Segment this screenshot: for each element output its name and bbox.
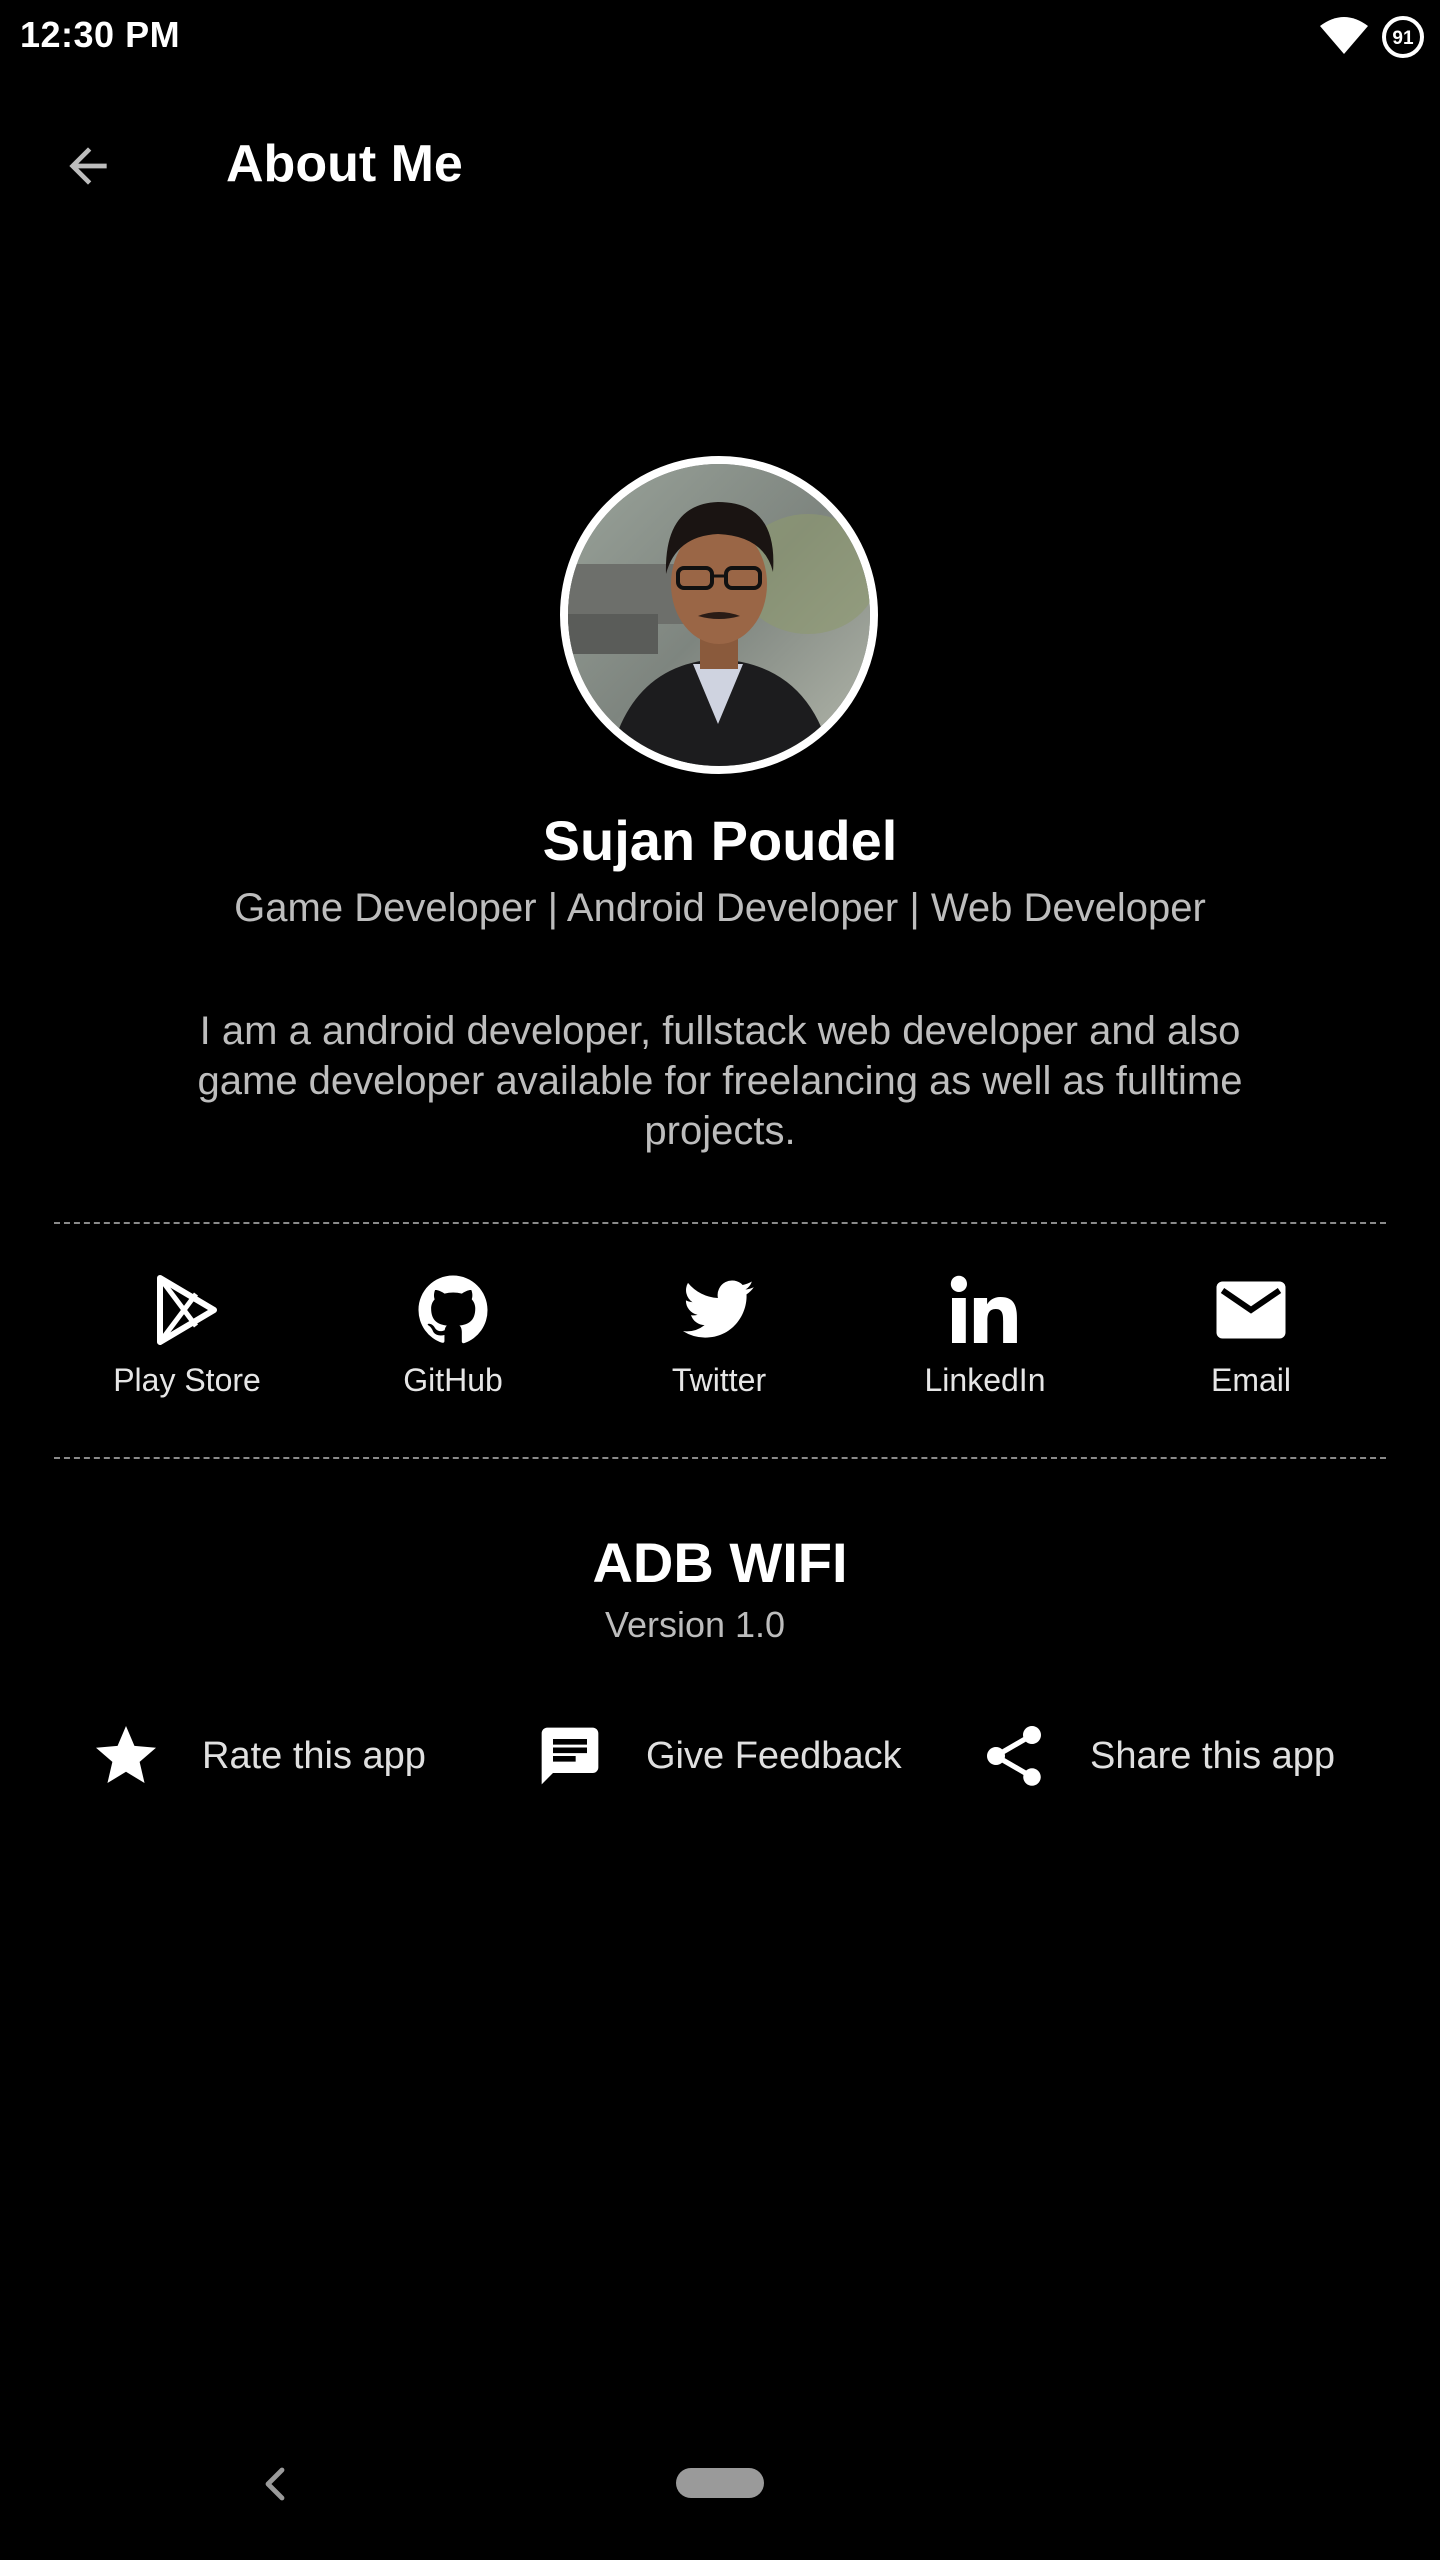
social-link-linkedin[interactable]: LinkedIn xyxy=(852,1270,1118,1410)
app-bar xyxy=(0,100,1440,230)
github-icon xyxy=(413,1270,493,1350)
battery-level: 91 xyxy=(1392,28,1414,49)
social-label: Email xyxy=(1210,1362,1291,1398)
social-link-play-store[interactable]: Play Store xyxy=(54,1270,320,1410)
divider-top xyxy=(54,1222,1386,1224)
status-time: 12:30 PM xyxy=(20,14,181,55)
play-store-icon xyxy=(147,1270,227,1350)
wifi-icon xyxy=(1320,17,1368,54)
divider-bottom xyxy=(54,1457,1386,1459)
social-label: GitHub xyxy=(403,1362,503,1398)
social-link-github[interactable]: GitHub xyxy=(320,1270,586,1410)
nav-home-pill[interactable] xyxy=(676,2468,764,2498)
social-link-email[interactable]: Email xyxy=(1118,1270,1384,1410)
email-icon xyxy=(1211,1270,1291,1350)
profile-name: Sujan Poudel xyxy=(542,809,898,872)
social-link-twitter[interactable]: Twitter xyxy=(586,1270,852,1410)
battery-icon: 91 xyxy=(1382,16,1424,58)
give-feedback-button[interactable]: Give Feedback xyxy=(530,1714,902,1798)
avatar-photo xyxy=(568,464,870,766)
profile-roles: Game Developer | Android Developer | Web… xyxy=(234,886,1206,930)
share-icon xyxy=(974,1716,1054,1796)
star-icon xyxy=(86,1716,166,1796)
twitter-icon xyxy=(679,1270,759,1350)
rate-app-label: Rate this app xyxy=(202,1734,426,1777)
avatar xyxy=(560,456,878,774)
share-app-button[interactable]: Share this app xyxy=(974,1714,1335,1798)
nav-back-icon[interactable] xyxy=(252,2460,300,2508)
page-title: About Me xyxy=(226,135,463,193)
social-label: Play Store xyxy=(113,1362,261,1398)
feedback-icon xyxy=(530,1716,610,1796)
back-button[interactable] xyxy=(50,128,126,204)
linkedin-icon xyxy=(945,1270,1025,1350)
status-bar: 12:30 PM 91 xyxy=(0,0,1440,76)
share-app-label: Share this app xyxy=(1090,1734,1336,1777)
profile-bio: I am a android developer, fullstack web … xyxy=(197,1009,1243,1153)
app-name: ADB WIFI xyxy=(592,1531,848,1594)
social-label: Twitter xyxy=(671,1362,767,1398)
app-version: Version 1.0 xyxy=(604,1604,786,1645)
arrow-back-icon xyxy=(69,147,107,185)
rate-app-button[interactable]: Rate this app xyxy=(86,1714,426,1798)
give-feedback-label: Give Feedback xyxy=(646,1734,902,1777)
social-label: LinkedIn xyxy=(924,1362,1046,1398)
